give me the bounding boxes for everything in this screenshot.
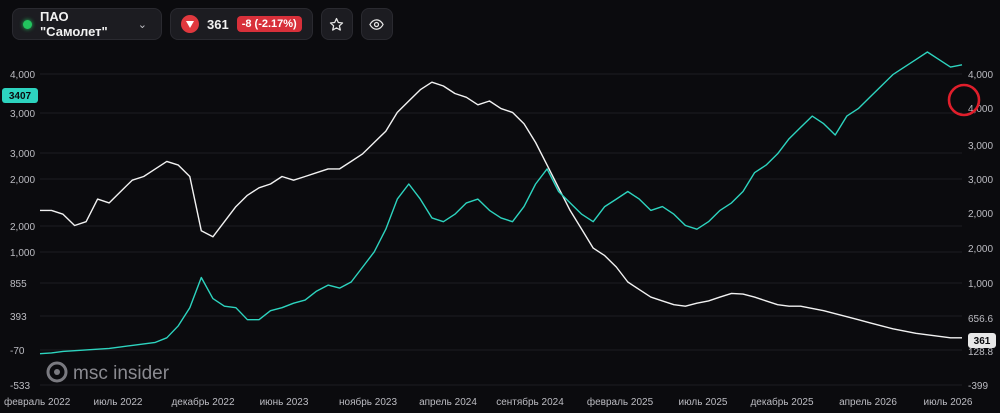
series-line — [39, 51, 963, 355]
x-tick-label: февраль 2025 — [587, 396, 654, 408]
left-tick-label: -533 — [10, 381, 30, 392]
right-tick-label: 4,000 — [968, 70, 993, 81]
left-tick-label: 1,000 — [10, 248, 35, 259]
right-price-badge-label: 361 — [974, 336, 991, 347]
series-line — [40, 81, 962, 339]
price-chart[interactable]: 4,000 3,000 3,000 2,000 2,000 1,000 855 393 -70 -… — [0, 0, 1000, 413]
left-tick-label: 855 — [10, 279, 27, 290]
left-tick-label: 2,000 — [10, 175, 35, 186]
left-tick-label: 3,000 — [10, 149, 35, 160]
x-tick-label: декабрь 2022 — [171, 396, 235, 408]
highlight-circle — [947, 83, 981, 117]
left-tick-label: 4,000 — [10, 70, 35, 81]
right-tick-label: 2,000 — [968, 244, 993, 255]
left-tick-label: 3,000 — [10, 109, 35, 120]
right-tick-label: 3,000 — [968, 141, 993, 152]
logo-text: msc insider — [73, 363, 170, 384]
right-tick-label: 2,000 — [968, 209, 993, 220]
x-tick-label: апрель 2024 — [419, 397, 477, 408]
x-tick-label: декабрь 2025 — [750, 396, 814, 408]
x-tick-label: июль 2025 — [679, 397, 728, 408]
chart-grid — [40, 73, 962, 386]
x-tick-label: июль 2026 — [924, 397, 973, 408]
right-tick-label: 3,000 — [968, 175, 993, 186]
left-axis: 4,000 3,000 3,000 2,000 2,000 1,000 855 393 -70 -… — [10, 70, 35, 392]
logo: msc insider — [46, 361, 170, 384]
x-tick-label: февраль 2022 — [4, 396, 71, 408]
x-tick-label: июль 2022 — [94, 397, 143, 408]
left-tick-label: -70 — [10, 346, 25, 357]
left-tick-label: 393 — [10, 312, 27, 323]
series-lines — [39, 51, 963, 355]
x-axis: февраль 2022 июль 2022 декабрь 2022 июнь 20… — [4, 396, 973, 408]
x-tick-label: ноябрь 2023 — [339, 396, 397, 408]
left-tick-label: 2,000 — [10, 222, 35, 233]
x-tick-label: июнь 2023 — [260, 397, 309, 408]
right-tick-label: 1,000 — [968, 279, 993, 290]
axis-badges: 3407 361 — [2, 88, 996, 348]
right-tick-label: -399 — [968, 381, 988, 392]
x-tick-label: сентябрь 2024 — [496, 396, 564, 408]
right-tick-label: 656.6 — [968, 314, 993, 325]
left-price-badge-label: 3407 — [9, 91, 32, 102]
x-tick-label: апрель 2026 — [839, 397, 897, 408]
right-tick-label: 128.8 — [968, 347, 993, 358]
